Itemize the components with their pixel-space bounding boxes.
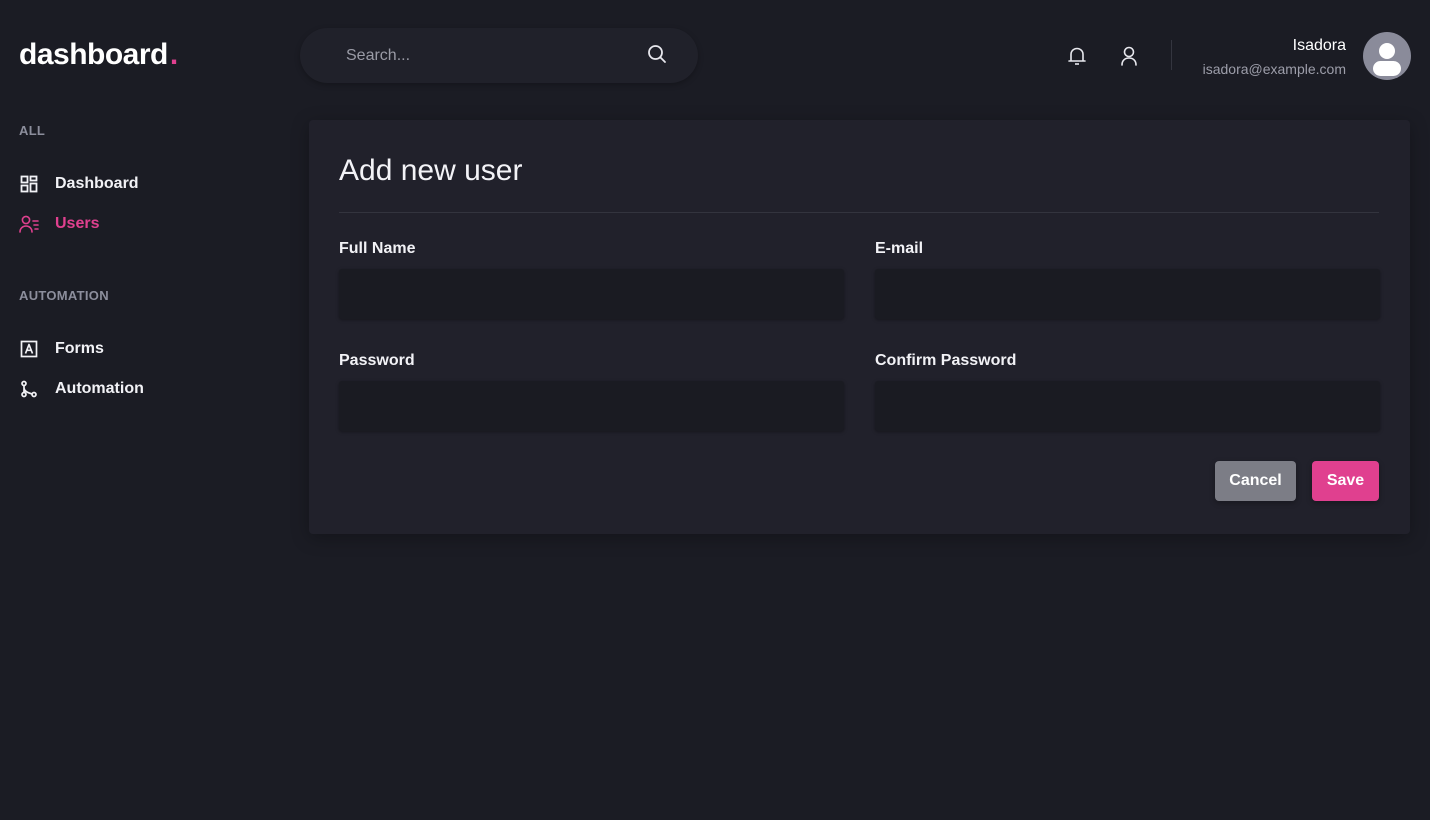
header-divider [1171,40,1172,70]
sidebar-item-users[interactable]: Users [19,212,99,236]
section-label-automation: AUTOMATION [19,288,109,303]
grid-icon [19,174,39,194]
users-icon [19,214,39,234]
confirm-password-field[interactable] [875,381,1380,431]
sidebar-item-automation[interactable]: Automation [19,377,144,401]
sidebar-item-dashboard[interactable]: Dashboard [19,172,139,196]
app-root: dashboard. ALL Dashboard Users AUTOMATIO… [0,0,1430,820]
sidebar-item-forms[interactable]: Forms [19,337,104,361]
email-label: E-mail [875,240,924,257]
avatar-icon [1373,43,1401,76]
search-input[interactable] [346,28,636,83]
user-icon[interactable] [1118,45,1140,67]
section-label-all: ALL [19,123,46,138]
avatar[interactable] [1363,32,1411,80]
save-button[interactable]: Save [1312,461,1379,501]
password-label: Password [339,352,415,369]
full-name-field[interactable] [339,269,844,319]
user-email: isadora@example.com [1202,61,1346,77]
add-user-card: Add new user Full Name E-mail Password C… [309,120,1410,534]
title-divider [339,212,1379,213]
search-bar [300,28,698,83]
form-icon [19,339,39,359]
user-name: Isadora [1292,37,1346,54]
sidebar: dashboard. ALL Dashboard Users AUTOMATIO… [0,0,290,820]
search-icon[interactable] [646,43,668,65]
sidebar-item-label: Users [55,215,100,232]
sidebar-item-label: Automation [55,380,144,397]
full-name-label: Full Name [339,240,416,257]
logo[interactable]: dashboard. [19,38,178,72]
bell-icon[interactable] [1066,45,1088,67]
sidebar-item-label: Dashboard [55,175,139,192]
confirm-password-label: Confirm Password [875,352,1017,369]
flow-icon [19,379,39,399]
cancel-button[interactable]: Cancel [1215,461,1296,501]
logo-text: dashboard [19,38,168,71]
sidebar-item-label: Forms [55,340,104,357]
password-field[interactable] [339,381,844,431]
page-title: Add new user [339,154,523,187]
email-field[interactable] [875,269,1380,319]
logo-dot: . [169,38,178,71]
